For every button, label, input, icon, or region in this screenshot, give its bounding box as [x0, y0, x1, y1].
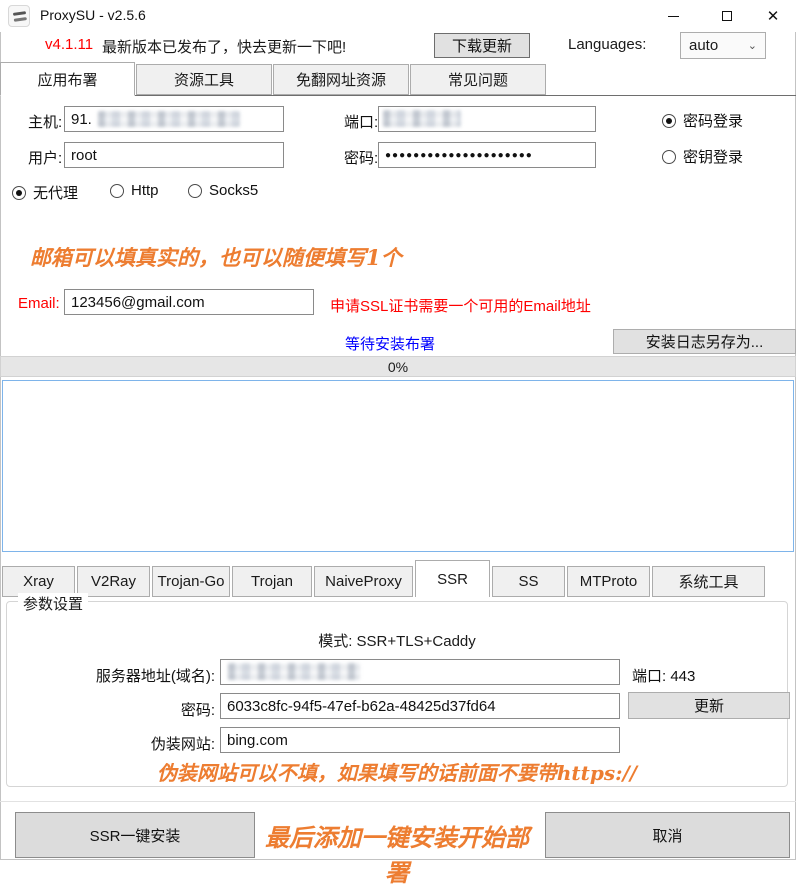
radio-unselected-icon — [188, 184, 202, 198]
tab-ss[interactable]: SS — [492, 566, 565, 597]
radio-socks5-proxy[interactable]: Socks5 — [188, 182, 258, 199]
cancel-button[interactable]: 取消 — [545, 812, 790, 858]
title-bar: ProxySU - v2.5.6 ✕ — [0, 0, 796, 32]
radio-unselected-icon — [662, 150, 676, 164]
user-input[interactable] — [64, 142, 284, 168]
footer-hint: 最后添加一键安装开始部署 — [256, 818, 538, 888]
password-label: 密码: — [344, 147, 378, 168]
tab-free-sites[interactable]: 免翻网址资源 — [273, 64, 409, 95]
tab-naiveproxy[interactable]: NaiveProxy — [314, 566, 413, 597]
new-version-label: v4.1.11 — [45, 36, 93, 53]
user-label: 用户: — [28, 147, 62, 168]
app-icon — [8, 5, 30, 27]
host-input[interactable] — [64, 106, 284, 132]
radio-unselected-icon — [110, 184, 124, 198]
radio-password-login[interactable]: 密码登录 — [662, 110, 743, 131]
camouflage-label: 伪装网站: — [20, 733, 215, 754]
install-log-area[interactable] — [2, 380, 794, 552]
server-address-input[interactable] — [220, 659, 620, 685]
email-input[interactable] — [64, 289, 314, 315]
ssr-port-label: 端口: — [632, 668, 666, 685]
language-value: auto — [689, 37, 718, 54]
tab-mtproto[interactable]: MTProto — [567, 566, 650, 597]
mode-line: 模式: SSR+TLS+Caddy — [6, 630, 788, 651]
radio-no-proxy[interactable]: 无代理 — [12, 182, 78, 203]
tab-trojan[interactable]: Trojan — [232, 566, 312, 597]
download-update-button[interactable]: 下载更新 — [434, 33, 530, 58]
languages-label: Languages: — [568, 36, 646, 53]
radio-key-login-label: 密钥登录 — [683, 146, 743, 167]
server-address-label: 服务器地址(域名): — [20, 665, 215, 686]
update-password-button[interactable]: 更新 — [628, 692, 790, 719]
minimize-button[interactable] — [650, 0, 696, 32]
tab-app-deploy[interactable]: 应用布署 — [0, 62, 135, 96]
radio-http-proxy-label: Http — [131, 182, 159, 199]
progress-text: 0% — [388, 359, 408, 375]
update-message: 最新版本已发布了，快去更新一下吧! — [102, 36, 346, 57]
tab-ssr[interactable]: SSR — [415, 560, 490, 597]
ssr-port-value: 443 — [670, 668, 695, 685]
tab-system-tools[interactable]: 系统工具 — [652, 566, 765, 597]
maximize-button[interactable] — [704, 0, 750, 32]
language-select[interactable]: auto ⌄ — [680, 32, 766, 59]
params-group-title: 参数设置 — [18, 593, 88, 614]
mode-label: 模式: — [318, 633, 352, 650]
tab-trojan-go[interactable]: Trojan-Go — [152, 566, 230, 597]
minimize-icon — [668, 16, 679, 17]
radio-http-proxy[interactable]: Http — [110, 182, 159, 199]
host-label: 主机: — [28, 111, 62, 132]
ssr-port: 端口: 443 — [632, 665, 695, 686]
maximize-icon — [722, 11, 732, 21]
ssr-password-label: 密码: — [20, 699, 215, 720]
camouflage-input[interactable] — [220, 727, 620, 753]
radio-password-login-label: 密码登录 — [683, 110, 743, 131]
ssr-password-input[interactable] — [220, 693, 620, 719]
tab-resource-tools[interactable]: 资源工具 — [136, 64, 272, 95]
save-log-button[interactable]: 安装日志另存为... — [613, 329, 796, 354]
radio-key-login[interactable]: 密钥登录 — [662, 146, 743, 167]
radio-selected-icon — [12, 186, 26, 200]
tab-faq[interactable]: 常见问题 — [410, 64, 546, 95]
footer-divider — [0, 801, 796, 802]
email-hint: 邮箱可以填真实的，也可以随便填写1个 — [30, 242, 402, 272]
radio-selected-icon — [662, 114, 676, 128]
port-input[interactable] — [378, 106, 596, 132]
mode-value: SSR+TLS+Caddy — [357, 633, 476, 650]
email-note: 申请SSL证书需要一个可用的Email地址 — [330, 295, 591, 316]
email-label: Email: — [18, 295, 60, 312]
close-icon: ✕ — [767, 7, 780, 25]
ssr-install-button[interactable]: SSR一键安装 — [15, 812, 255, 858]
port-label: 端口: — [344, 111, 378, 132]
window-title: ProxySU - v2.5.6 — [40, 7, 146, 23]
camouflage-hint: 伪装网站可以不填，如果填写的话前面不要带https:// — [6, 757, 788, 786]
radio-no-proxy-label: 无代理 — [33, 182, 78, 203]
chevron-down-icon: ⌄ — [748, 39, 757, 52]
close-button[interactable]: ✕ — [750, 0, 796, 32]
password-input[interactable] — [378, 142, 596, 168]
radio-socks5-proxy-label: Socks5 — [209, 182, 258, 199]
progress-bar: 0% — [0, 356, 796, 377]
